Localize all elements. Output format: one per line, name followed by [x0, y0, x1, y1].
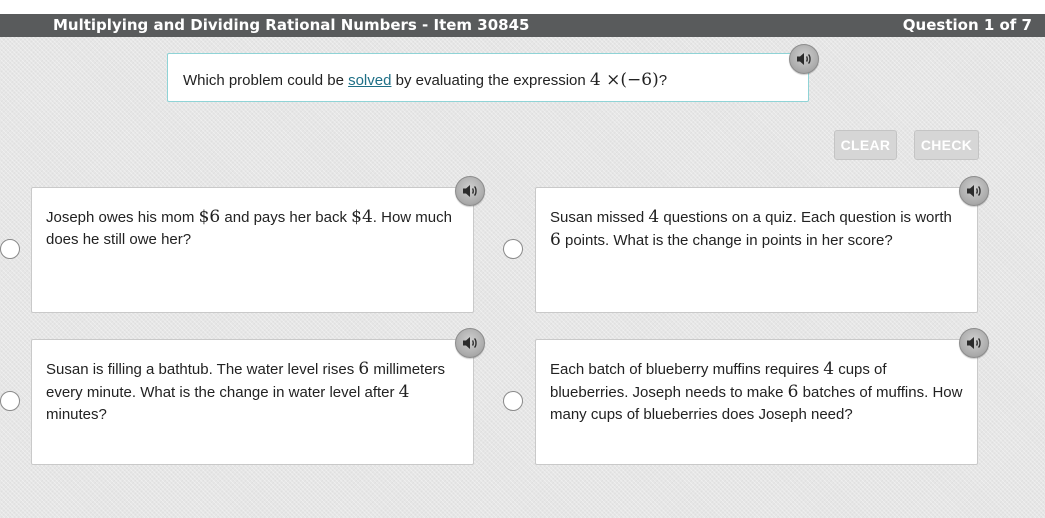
- question-text-part: Which problem could be: [183, 72, 349, 89]
- question-box: Which problem could be solved by evaluat…: [167, 53, 809, 102]
- question-counter: Question 1 of 7: [902, 16, 1032, 34]
- speaker-icon: [967, 337, 981, 349]
- clear-button[interactable]: CLEAR: [834, 130, 897, 160]
- option-text-part: Joseph owes his mom: [46, 209, 199, 226]
- option-b-audio-button[interactable]: [959, 176, 989, 206]
- option-text-part: and pays her back: [220, 209, 352, 226]
- option-text-part: points. What is the change in points in …: [560, 232, 893, 249]
- option-a-text: Joseph owes his mom $6 and pays her back…: [46, 206, 461, 251]
- option-a-card[interactable]: Joseph owes his mom $6 and pays her back…: [31, 187, 474, 313]
- option-d-radio[interactable]: [503, 391, 523, 411]
- option-d-card[interactable]: Each batch of blueberry muffins requires…: [535, 339, 978, 465]
- option-text-part: Susan missed: [550, 209, 649, 226]
- option-b-text: Susan missed 4 questions on a quiz. Each…: [550, 206, 965, 252]
- header-bar: Multiplying and Dividing Rational Number…: [0, 14, 1045, 37]
- top-strip: [0, 0, 1045, 14]
- option-b-radio[interactable]: [503, 239, 523, 259]
- option-text-part: Each batch of blueberry muffins requires: [550, 361, 824, 378]
- option-d-text: Each batch of blueberry muffins requires…: [550, 358, 965, 426]
- speaker-icon: [463, 185, 477, 197]
- check-button[interactable]: CHECK: [914, 130, 979, 160]
- option-c-radio[interactable]: [0, 391, 20, 411]
- math-value: 6: [787, 382, 799, 402]
- option-text-part: questions on a quiz. Each question is wo…: [659, 209, 952, 226]
- option-c-text: Susan is filling a bathtub. The water le…: [46, 358, 461, 426]
- question-text-part: by evaluating the expression: [391, 72, 590, 89]
- option-b-card[interactable]: Susan missed 4 questions on a quiz. Each…: [535, 187, 978, 313]
- math-value: 4: [398, 382, 410, 402]
- question-text-part: ?: [658, 72, 668, 89]
- math-value: $4: [351, 207, 373, 227]
- glossary-link-solved[interactable]: solved: [348, 72, 391, 89]
- math-expression: 4 ×(−6): [589, 70, 659, 90]
- speaker-icon: [797, 53, 811, 65]
- math-value: 4: [648, 207, 660, 227]
- option-text-part: Susan is filling a bathtub. The water le…: [46, 361, 359, 378]
- math-value: 4: [823, 359, 835, 379]
- option-d-audio-button[interactable]: [959, 328, 989, 358]
- speaker-icon: [967, 185, 981, 197]
- option-a-audio-button[interactable]: [455, 176, 485, 206]
- option-a-radio[interactable]: [0, 239, 20, 259]
- math-value: 6: [358, 359, 370, 379]
- question-audio-button[interactable]: [789, 44, 819, 74]
- option-text-part: minutes?: [46, 406, 107, 423]
- math-value: $6: [198, 207, 221, 227]
- math-value: 6: [550, 230, 561, 250]
- option-c-audio-button[interactable]: [455, 328, 485, 358]
- option-c-card[interactable]: Susan is filling a bathtub. The water le…: [31, 339, 474, 465]
- question-text: Which problem could be solved by evaluat…: [183, 70, 667, 90]
- speaker-icon: [463, 337, 477, 349]
- item-title: Multiplying and Dividing Rational Number…: [53, 16, 530, 34]
